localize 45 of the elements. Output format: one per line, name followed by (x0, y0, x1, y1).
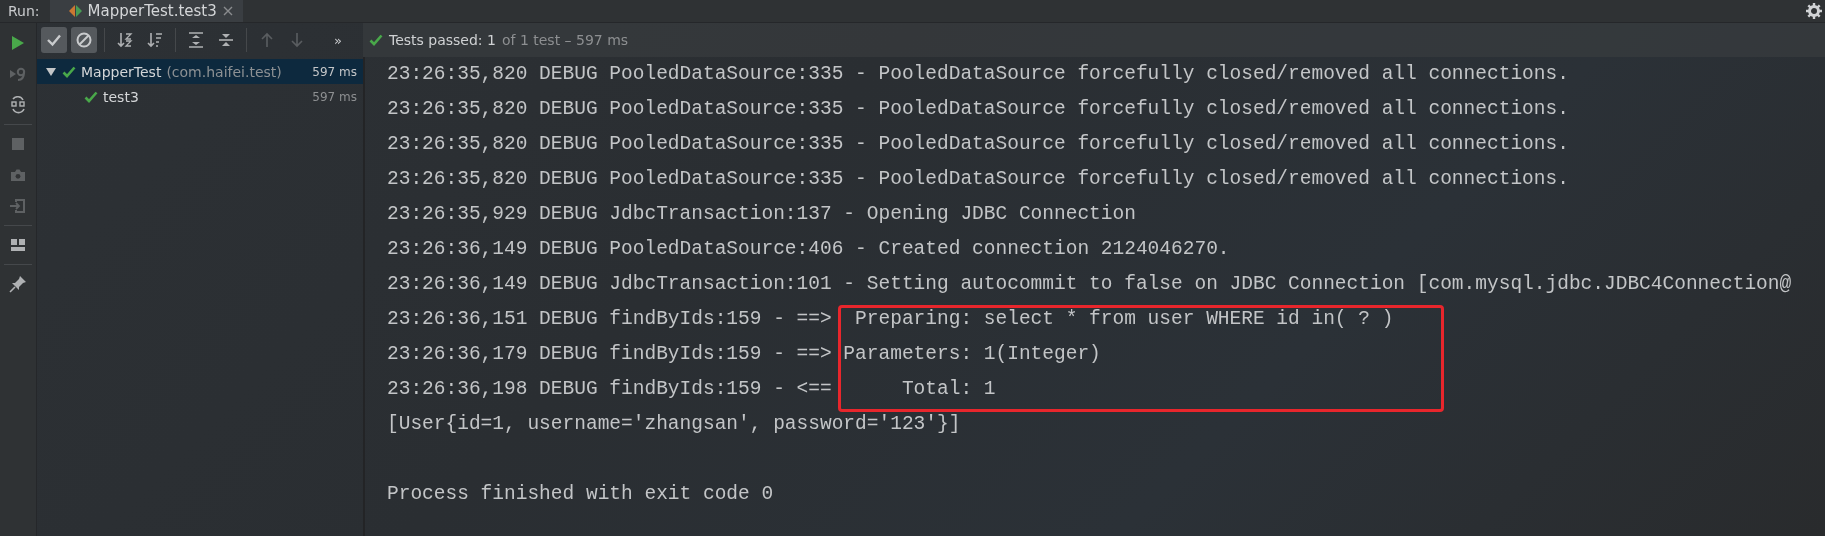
console-line: 23:26:35,820 DEBUG PooledDataSource:335 - PooledDataSource forcefully closed/removed all connections. (387, 97, 1570, 122)
ignored-button[interactable] (71, 27, 97, 53)
console-line: [User{id=1, username='zhangsan', password='123'}] (387, 412, 962, 437)
tool-window-label: Run: (7, 3, 41, 19)
rerun-failed-icon (9, 65, 27, 83)
collapse-all-icon (217, 31, 235, 49)
console-line: 23:26:35,820 DEBUG PooledDataSource:335 - PooledDataSource forcefully closed/removed all connections. (387, 167, 1570, 192)
sort-by-duration-icon (146, 31, 164, 49)
settings-icon (1806, 3, 1822, 19)
layout-icon (9, 236, 27, 254)
status-text: Tests passed: 1 (389, 32, 496, 48)
test-package: (com.haifei.test) (166, 63, 282, 80)
pin-icon (9, 275, 27, 293)
test-duration: 597 ms (312, 89, 357, 104)
check-icon (369, 34, 383, 46)
sort-alphabetically-icon (116, 31, 134, 49)
test-name: test3 (103, 88, 139, 105)
tree-item[interactable]: MapperTest (com.haifei.test) 597 ms (37, 59, 363, 84)
console-line: 23:26:35,929 DEBUG JdbcTransaction:137 - Opening JDBC Connection (387, 202, 1137, 227)
run-tab[interactable]: MapperTest.test3 (49, 0, 243, 22)
tree-item[interactable]: test3 597 ms (37, 84, 363, 109)
console-line: 23:26:36,149 DEBUG PooledDataSource:406 - Created connection 2124046270. (387, 237, 1231, 262)
more-button[interactable]: » (334, 32, 342, 48)
status-detail: of 1 test – 597 ms (501, 32, 629, 48)
console-line: 23:26:36,179 DEBUG findByIds:159 - ==> Parameters: 1(Integer) (387, 342, 1102, 367)
expand-all-icon (187, 31, 205, 49)
console-line: 23:26:35,820 DEBUG PooledDataSource:335 - PooledDataSource forcefully closed/removed all connections. (387, 62, 1570, 87)
toggle-auto-test-icon (9, 96, 27, 114)
check-icon (84, 90, 98, 103)
console-line: 23:26:36,198 DEBUG findByIds:159 - <== Total: 1 (387, 377, 997, 402)
down-arrow-icon (288, 31, 306, 49)
check-button[interactable] (41, 27, 67, 53)
console-line: 23:26:35,820 DEBUG PooledDataSource:335 - PooledDataSource forcefully closed/removed all connections. (387, 132, 1570, 157)
import-icon (9, 197, 27, 215)
console-line: 23:26:36,149 DEBUG JdbcTransaction:101 - Setting autocommit to false on JDBC Connection [com.mysql.jdbc.JDBC4Connection@ (387, 272, 1793, 297)
test-name: MapperTest (81, 63, 162, 80)
stop-icon (9, 135, 27, 153)
console-line: Process finished with exit code 0 (387, 482, 775, 507)
check-icon (62, 65, 76, 78)
close-icon (222, 6, 233, 16)
tab-title: MapperTest.test3 (87, 2, 217, 20)
ignored-icon (75, 31, 93, 49)
console-line: 23:26:36,151 DEBUG findByIds:159 - ==> Preparing: select * from user WHERE id in( ? ) (387, 307, 1395, 332)
run-config-icon (67, 3, 82, 19)
test-duration: 597 ms (312, 64, 357, 79)
